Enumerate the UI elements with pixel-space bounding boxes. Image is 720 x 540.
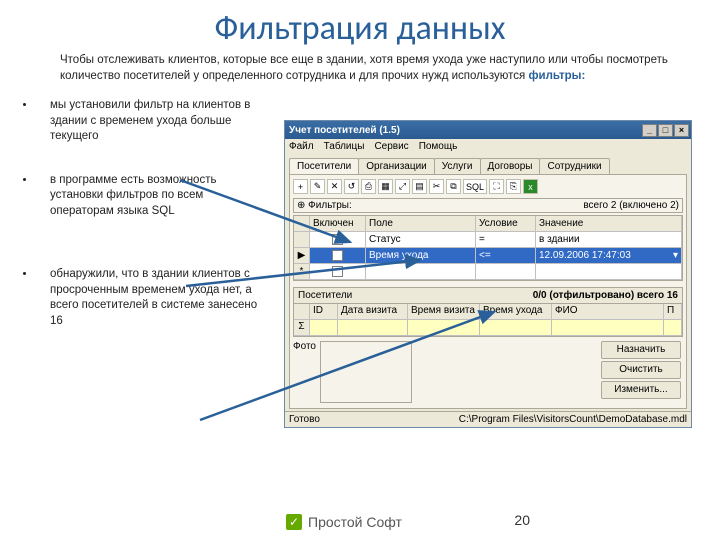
vcol-fio[interactable]: ФИО	[552, 304, 664, 320]
tab-contracts[interactable]: Договоры	[480, 158, 541, 174]
filter-cond: <=	[476, 248, 536, 264]
assign-button[interactable]: Назначить	[601, 341, 681, 359]
tab-strip: Посетители Организации Услуги Договоры С…	[285, 154, 691, 174]
titlebar: Учет посетителей (1.5) _ □ ×	[285, 121, 691, 139]
maximize-button[interactable]: □	[658, 124, 673, 137]
slide-title: Фильтрация данных	[0, 0, 720, 53]
filter-val: в здании	[536, 232, 682, 248]
status-ready: Готово	[289, 414, 320, 425]
sigma-icon: Σ	[294, 320, 310, 336]
tool-copy-icon[interactable]: ⧉	[446, 179, 461, 194]
checkbox-icon[interactable]	[332, 266, 343, 277]
page-number: 20	[514, 512, 530, 528]
menu-help[interactable]: Помощь	[419, 141, 458, 152]
intro-highlight: фильтры:	[528, 70, 585, 82]
vcol-timein[interactable]: Время визита	[408, 304, 480, 320]
visitors-section: Посетители 0/0 (отфильтровано) всего 16 …	[293, 287, 683, 405]
brand-logo: ✓ Простой Софт	[286, 514, 402, 530]
tool-edit-icon[interactable]: ✎	[310, 179, 325, 194]
visitors-count: 0/0 (отфильтровано) всего 16	[533, 290, 678, 301]
close-button[interactable]: ×	[674, 124, 689, 137]
menu-bar: Файл Таблицы Сервис Помощь	[285, 139, 691, 154]
photo-label: Фото	[293, 341, 316, 352]
tool-sql-icon[interactable]: SQL	[463, 179, 487, 194]
visitors-label: Посетители	[298, 290, 352, 301]
filters-grid: Включен Поле Условие Значение ✓ Статус =…	[293, 215, 683, 281]
menu-tables[interactable]: Таблицы	[324, 141, 365, 152]
clear-button[interactable]: Очистить	[601, 361, 681, 379]
minimize-button[interactable]: _	[642, 124, 657, 137]
filter-row-new[interactable]: *	[294, 264, 682, 280]
tool-excel-icon[interactable]: x	[523, 179, 538, 194]
vcol-date[interactable]: Дата визита	[338, 304, 408, 320]
intro-text: Чтобы отслеживать клиентов, которые все …	[0, 53, 720, 84]
col-field[interactable]: Поле	[366, 216, 476, 232]
checkbox-icon[interactable]: ✓	[332, 250, 343, 261]
visitors-grid: ID Дата визита Время визита Время ухода …	[293, 303, 683, 337]
check-icon: ✓	[286, 514, 302, 530]
bullet-list: мы установили фильтр на клиентов в здани…	[0, 90, 260, 357]
tab-visitors[interactable]: Посетители	[289, 158, 359, 174]
filter-row[interactable]: ✓ Статус = в здании	[294, 232, 682, 248]
checkbox-icon[interactable]: ✓	[332, 234, 343, 245]
filters-header: ⊕ Фильтры: всего 2 (включено 2)	[293, 198, 683, 213]
tool-view-icon[interactable]: ▤	[412, 179, 427, 194]
filter-row[interactable]: ▶ ✓ Время ухода <= 12.09.2006 17:47:03▾	[294, 248, 682, 264]
main-panel: + ✎ ✕ ↺ ⎙ ▦ ⤢ ▤ ✂ ⧉ SQL ⛶ ⎘ x ⊕ Фильтры:…	[289, 174, 687, 409]
menu-file[interactable]: Файл	[289, 141, 314, 152]
tool-grid-icon[interactable]: ▦	[378, 179, 393, 194]
col-value[interactable]: Значение	[536, 216, 682, 232]
vcol-timeout[interactable]: Время ухода	[480, 304, 552, 320]
vcol-p[interactable]: П	[664, 304, 682, 320]
tool-refresh-icon[interactable]: ↺	[344, 179, 359, 194]
filter-cond: =	[476, 232, 536, 248]
tab-services[interactable]: Услуги	[434, 158, 481, 174]
tool-add-icon[interactable]: +	[293, 179, 308, 194]
toolbar: + ✎ ✕ ↺ ⎙ ▦ ⤢ ▤ ✂ ⧉ SQL ⛶ ⎘ x	[293, 177, 683, 198]
bullet-item: обнаружили, что в здании клиентов с прос…	[36, 267, 260, 329]
col-enabled[interactable]: Включен	[310, 216, 366, 232]
filter-val: 12.09.2006 17:47:03▾	[536, 248, 682, 264]
filter-field: Время ухода	[366, 248, 476, 264]
menu-service[interactable]: Сервис	[374, 141, 408, 152]
app-title: Учет посетителей (1.5)	[289, 125, 400, 136]
bullet-item: в программе есть возможность установки ф…	[36, 173, 260, 220]
status-bar: Готово C:\Program Files\VisitorsCount\De…	[285, 411, 691, 427]
bullet-item: мы установили фильтр на клиентов в здани…	[36, 98, 260, 145]
photo-box	[320, 341, 412, 403]
tool-cut-icon[interactable]: ✂	[429, 179, 444, 194]
vcol-id[interactable]: ID	[310, 304, 338, 320]
col-cond[interactable]: Условие	[476, 216, 536, 232]
filters-label: Фильтры:	[308, 200, 352, 211]
tool-full-icon[interactable]: ⛶	[489, 179, 504, 194]
filter-field: Статус	[366, 232, 476, 248]
status-path: C:\Program Files\VisitorsCount\DemoDatab…	[459, 414, 687, 425]
tool-export-icon[interactable]: ⎘	[506, 179, 521, 194]
brand-name: Простой Софт	[308, 514, 402, 530]
tool-delete-icon[interactable]: ✕	[327, 179, 342, 194]
tab-employees[interactable]: Сотрудники	[539, 158, 609, 174]
tool-expand-icon[interactable]: ⤢	[395, 179, 410, 194]
tab-orgs[interactable]: Организации	[358, 158, 434, 174]
tool-print-icon[interactable]: ⎙	[361, 179, 376, 194]
app-window: Учет посетителей (1.5) _ □ × Файл Таблиц…	[284, 120, 692, 428]
edit-button[interactable]: Изменить...	[601, 381, 681, 399]
filters-count: всего 2 (включено 2)	[583, 200, 679, 211]
